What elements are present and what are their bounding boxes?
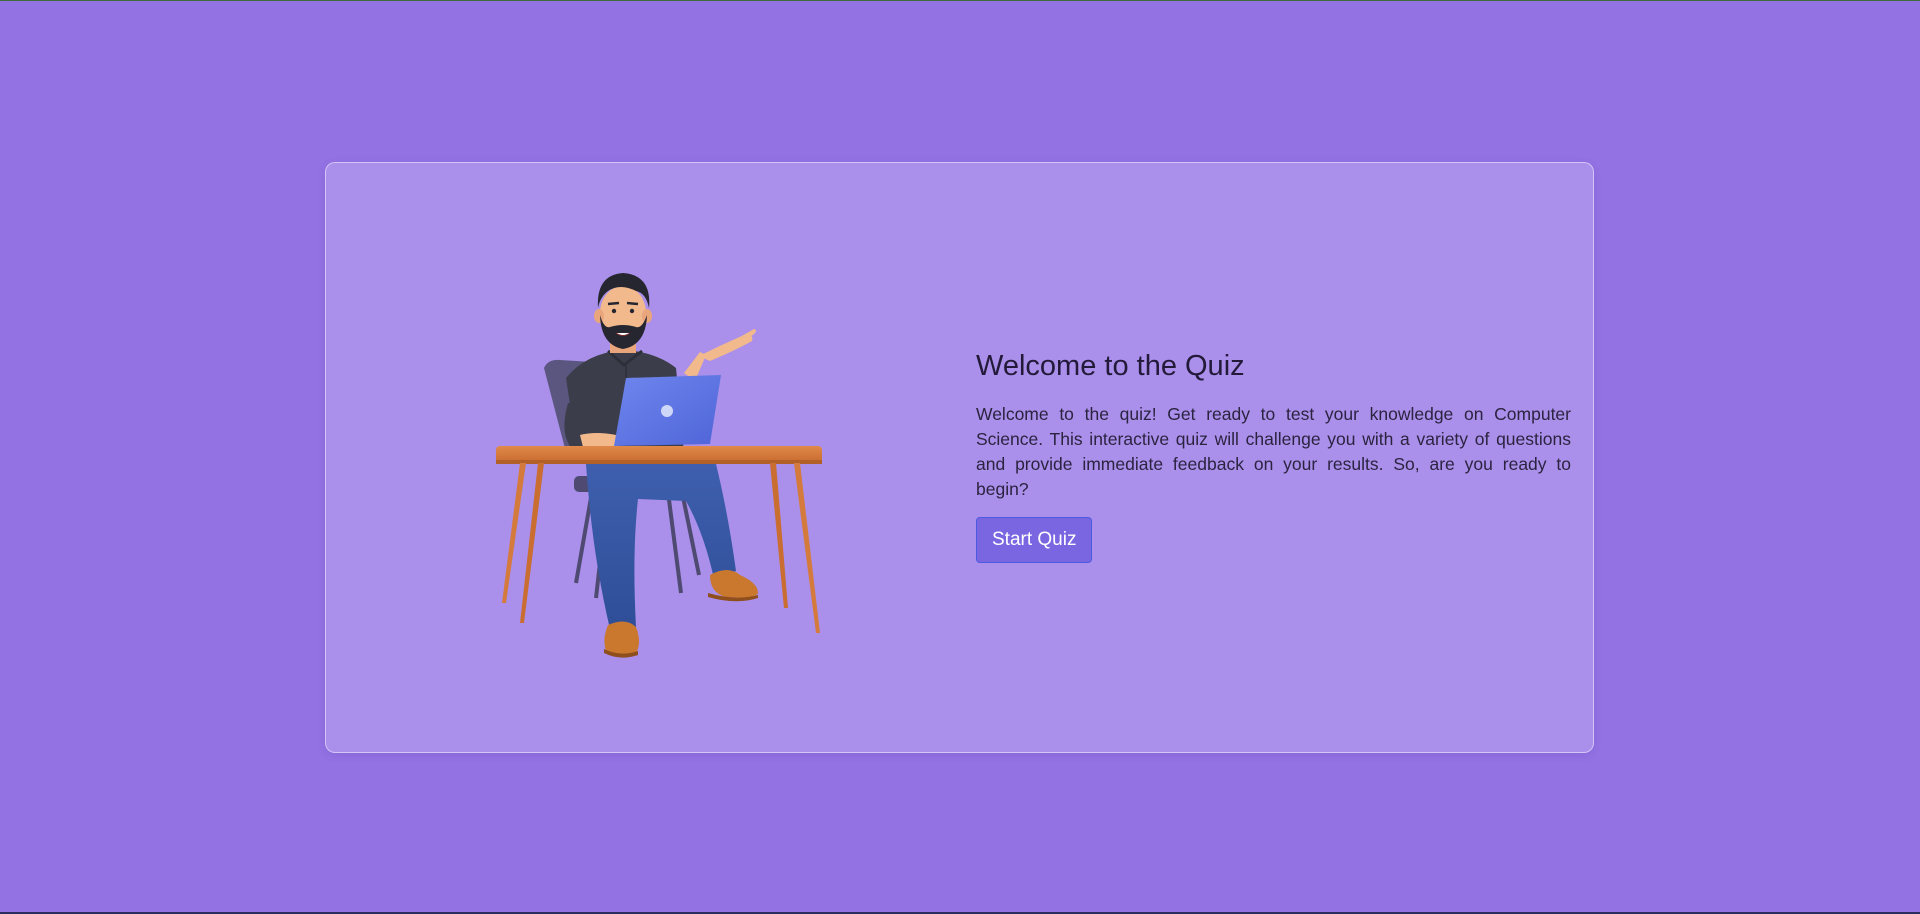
start-quiz-button[interactable]: Start Quiz	[976, 517, 1093, 563]
welcome-card: Welcome to the Quiz Welcome to the quiz!…	[325, 162, 1594, 753]
man-at-desk-illustration	[496, 273, 822, 658]
page-title: Welcome to the Quiz	[976, 350, 1245, 382]
welcome-description: Welcome to the quiz! Get ready to test y…	[976, 404, 1571, 499]
top-border	[0, 0, 1920, 1]
welcome-content: Welcome to the Quiz Welcome to the quiz!…	[976, 348, 1571, 563]
